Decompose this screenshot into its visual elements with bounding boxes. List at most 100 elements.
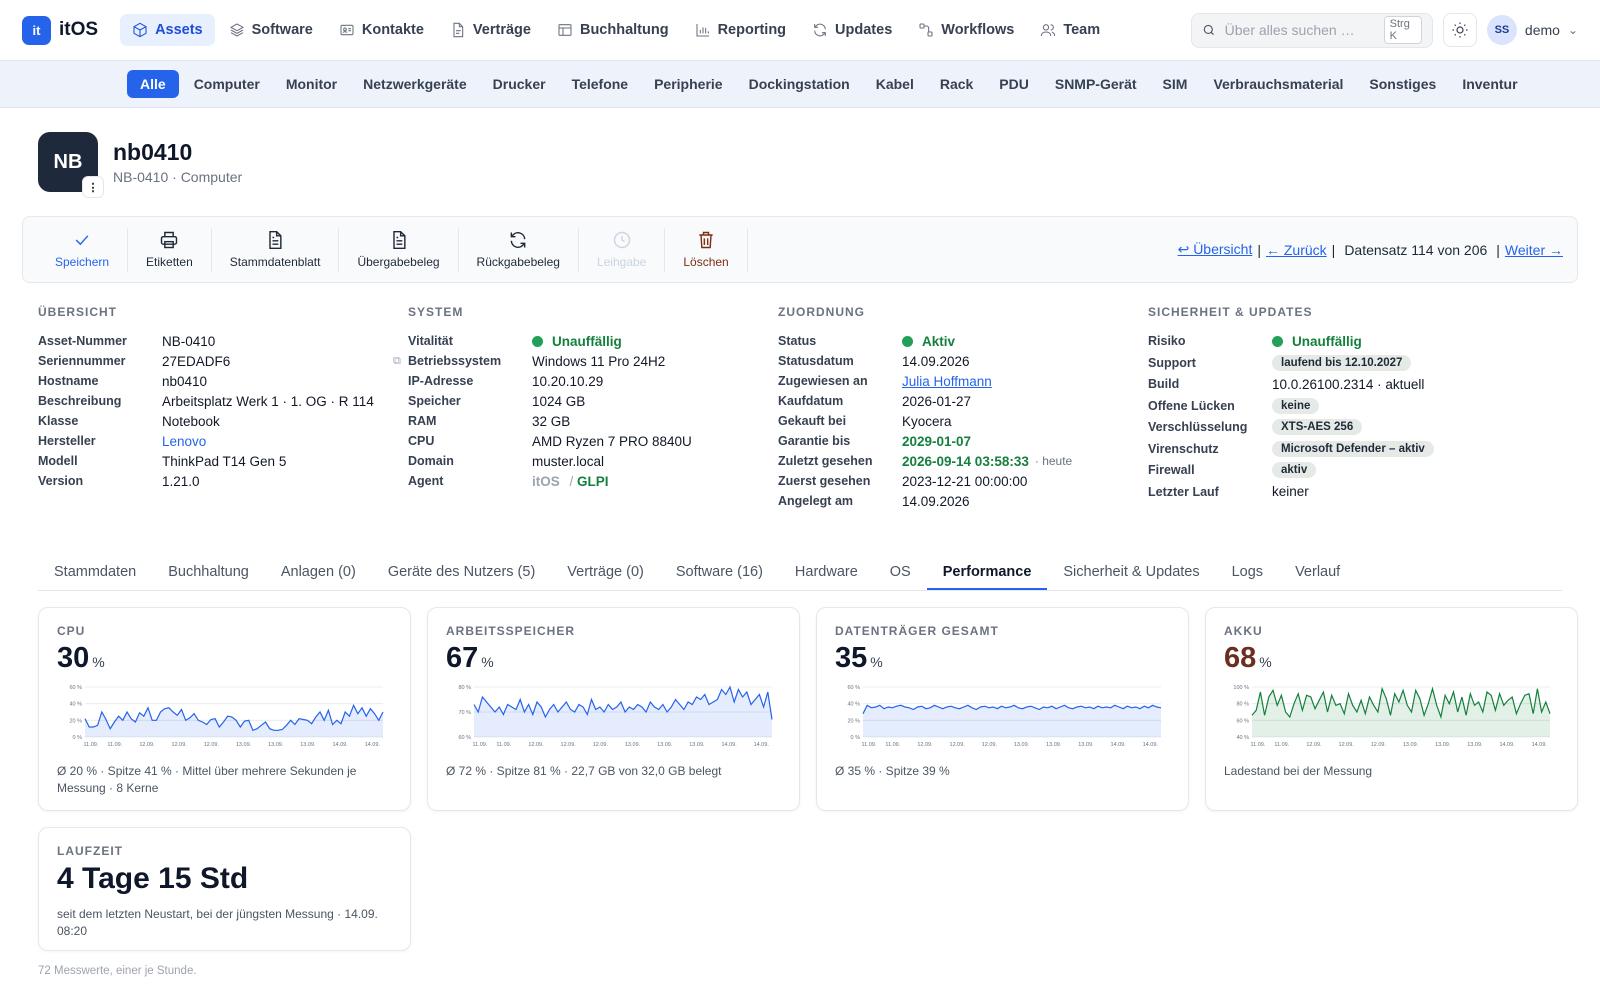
tab[interactable]: Buchhaltung <box>152 564 265 590</box>
x-tick-label: 12.09. <box>561 742 577 748</box>
back-link[interactable]: ← Zurück <box>1266 242 1327 258</box>
x-tick-label: 14.09. <box>1499 742 1515 748</box>
tab[interactable]: Verlauf <box>1279 564 1356 590</box>
nav-item-workflows[interactable]: Workflows <box>906 14 1026 46</box>
copy-icon[interactable]: ⧉ <box>393 355 401 368</box>
nav-item-software[interactable]: Software <box>217 14 325 46</box>
nav-item-label: Verträge <box>472 22 531 38</box>
master-data-sheet-button[interactable]: Stammdatenblatt <box>212 227 340 272</box>
card-title: AKKU <box>1224 624 1263 638</box>
nav-item-verträge[interactable]: Verträge <box>438 14 543 46</box>
category-tab[interactable]: Dockingstation <box>738 70 861 98</box>
uptime-value: 4 Tage 15 Std <box>57 862 249 895</box>
info-row: Status Aktiv <box>778 331 1148 351</box>
nav-item-reporting[interactable]: Reporting <box>683 14 798 46</box>
category-tab[interactable]: Rack <box>929 70 984 98</box>
x-tick-label: 11.09. <box>84 742 99 748</box>
x-tick-label: 13.09. <box>1403 742 1419 748</box>
category-tab[interactable]: Telefone <box>561 70 640 98</box>
assignment-column: ZUORDNUNG Status Aktiv Statusdatum 14.09.20… <box>778 305 1148 511</box>
status-badge: Microsoft Defender – aktiv <box>1272 440 1434 457</box>
category-tab[interactable]: Netzwerkgeräte <box>352 70 478 98</box>
category-tab[interactable]: Drucker <box>482 70 557 98</box>
save-button[interactable]: Speichern <box>37 227 129 272</box>
asset-category-nav: Alle Computer Monitor Netzwerkgeräte Drucker… <box>0 61 1600 108</box>
overview-link[interactable]: ↩ Übersicht <box>1178 241 1253 258</box>
tab[interactable]: Verträge (0) <box>551 564 660 590</box>
nav-item-buchhaltung[interactable]: Buchhaltung <box>545 14 681 46</box>
field-label: CPU <box>408 434 435 448</box>
labels-button[interactable]: Etiketten <box>128 227 212 272</box>
x-tick-label: 12.09. <box>139 742 155 748</box>
record-counter: Datensatz 114 von 206 <box>1344 241 1488 258</box>
category-tab[interactable]: Monitor <box>275 70 348 98</box>
loan-button[interactable]: Leihgabe <box>579 227 666 272</box>
field-label: IP-Adresse <box>408 374 474 388</box>
overview-column: ÜBERSICHT Asset-Nummer NB-0410 Seriennumme… <box>38 305 408 511</box>
nav-item-label: Reporting <box>717 22 787 38</box>
tab[interactable]: Logs <box>1216 564 1279 590</box>
category-tab[interactable]: Verbrauchsmaterial <box>1202 70 1354 98</box>
manufacturer-link[interactable]: Lenovo <box>162 434 206 449</box>
app-logo[interactable]: it itOS <box>22 15 98 45</box>
contact-card-icon <box>340 24 354 36</box>
nav-item-team[interactable]: Team <box>1028 14 1112 46</box>
field-value: 1.21.0 <box>162 473 200 489</box>
status-text: Unauffällig <box>552 333 622 349</box>
user-menu[interactable]: SS demo ⌄ <box>1486 15 1578 45</box>
master-data-sheet-label: Stammdatenblatt <box>229 255 321 269</box>
category-tab[interactable]: PDU <box>988 70 1040 98</box>
category-tab[interactable]: SIM <box>1152 70 1199 98</box>
category-tab[interactable]: Inventur <box>1451 70 1528 98</box>
field-label: Gekauft bei <box>778 414 847 428</box>
card-title: ARBEITSSPEICHER <box>446 624 576 638</box>
handover-receipt-button[interactable]: Übergabebeleg <box>339 227 459 272</box>
last-seen-value: 2026-09-14 03:58:33 · heute <box>902 454 1072 469</box>
search-input[interactable] <box>1224 22 1375 38</box>
tab[interactable]: OS <box>874 564 927 590</box>
category-tab[interactable]: Computer <box>183 70 271 98</box>
info-row: Domain muster.local <box>408 451 778 471</box>
category-tab[interactable]: Alle <box>127 70 179 98</box>
tab[interactable]: Hardware <box>779 564 874 590</box>
theme-toggle-button[interactable] <box>1442 13 1477 47</box>
printer-icon <box>161 231 178 249</box>
field-value: Microsoft Defender – aktiv <box>1272 440 1434 457</box>
field-label: Zugewiesen an <box>778 374 868 388</box>
x-tick-label: 11.09. <box>107 742 122 748</box>
field-label: Verschlüsselung <box>1148 420 1248 434</box>
card-footnote: Ø 20 % · Spitze 41 % · Mittel über mehre… <box>57 764 357 795</box>
category-tab[interactable]: SNMP-Gerät <box>1044 70 1148 98</box>
assignment-heading: ZUORDNUNG <box>778 305 865 319</box>
category-tab[interactable]: Sonstiges <box>1358 70 1447 98</box>
info-row: Risiko Unauffällig <box>1148 331 1568 351</box>
tab[interactable]: Anlagen (0) <box>265 564 372 590</box>
search-box[interactable]: Strg K <box>1190 12 1433 48</box>
tab[interactable]: Sicherheit & Updates <box>1047 564 1215 590</box>
x-tick-label: 13.09. <box>1435 742 1451 748</box>
info-row: Statusdatum 14.09.2026 <box>778 351 1148 371</box>
disk-chart: 0 % 20 % 40 % 60 % 11.09. 11.09. 12.09. 12.09. 1… <box>847 685 1162 748</box>
nav-item-kontakte[interactable]: Kontakte <box>327 14 436 46</box>
top-bar: it itOS Assets Software Kontakte Verträge Bu… <box>0 0 1600 61</box>
nav-item-updates[interactable]: Updates <box>800 14 904 46</box>
tab[interactable]: Stammdaten <box>38 564 152 590</box>
nav-item-label: Updates <box>835 22 893 38</box>
tab[interactable]: Geräte des Nutzers (5) <box>372 564 551 590</box>
field-value: aktiv <box>1272 462 1317 478</box>
field-label: Support <box>1148 355 1196 370</box>
tab[interactable]: Performance <box>926 564 1048 590</box>
nav-item-assets[interactable]: Assets <box>120 14 215 46</box>
field-value: 27EDADF6 <box>162 353 231 369</box>
category-tab[interactable]: Kabel <box>865 70 925 98</box>
save-label: Speichern <box>55 255 110 269</box>
next-link[interactable]: Weiter → <box>1505 242 1563 258</box>
return-receipt-button[interactable]: Rückgabebeleg <box>459 227 579 272</box>
tab[interactable]: Software (16) <box>660 564 779 590</box>
delete-button[interactable]: Löschen <box>665 227 748 272</box>
table-icon <box>558 24 572 36</box>
asset-menu-button[interactable]: ⋮ <box>82 176 104 198</box>
series-area <box>863 705 1161 737</box>
assigned-user-link[interactable]: Julia Hoffmann <box>902 374 992 389</box>
category-tab[interactable]: Peripherie <box>643 70 733 98</box>
